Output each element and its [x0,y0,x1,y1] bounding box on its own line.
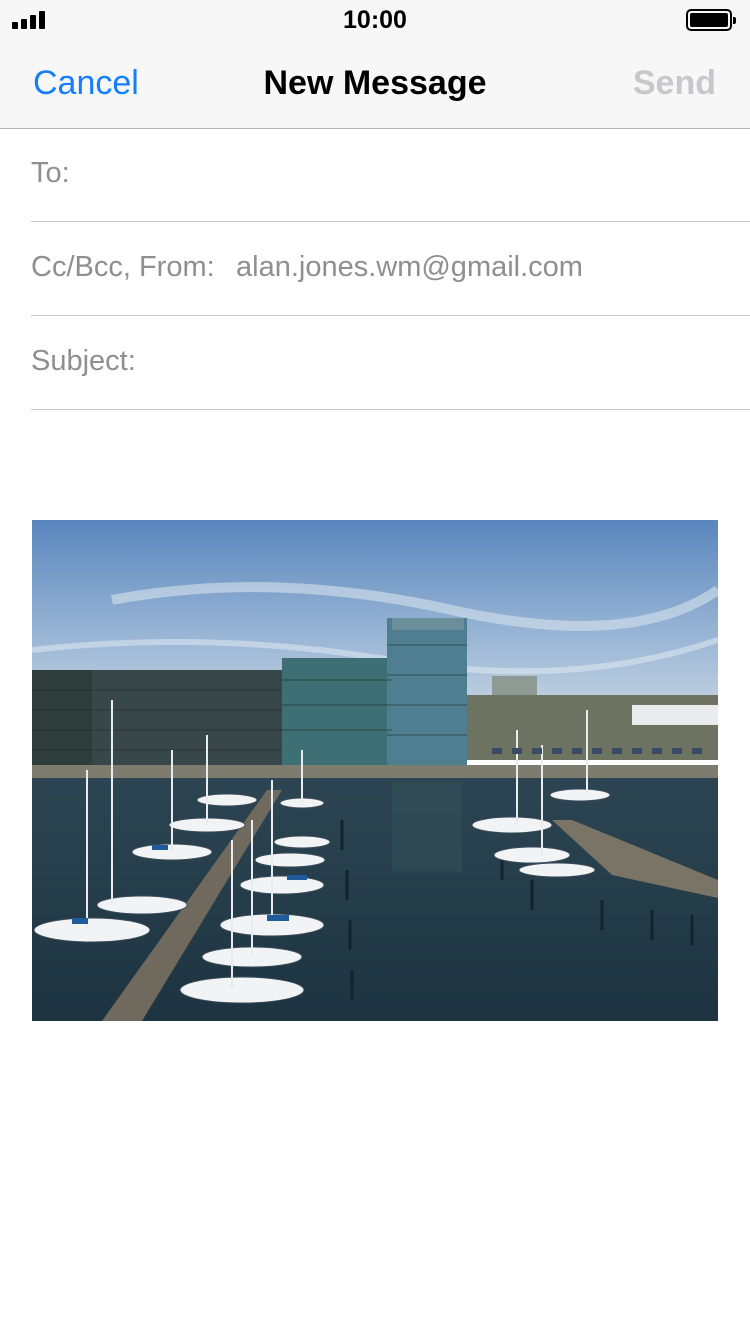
battery-icon [686,9,736,31]
subject-label: Subject: [31,345,136,377]
from-address[interactable]: alan.jones.wm@gmail.com [236,251,583,284]
marina-photo-icon [32,520,718,1021]
photo-attachment[interactable] [32,520,718,1021]
mail-compose-screen: 10:00 Cancel New Message Send To: Cc/Bcc… [0,0,750,1334]
status-time: 10:00 [343,6,407,34]
navigation-bar: Cancel New Message Send [0,40,750,129]
subject-field[interactable]: Subject: [31,317,750,410]
cc-bcc-from-label: Cc/Bcc, From: [31,251,215,283]
cc-bcc-from-field[interactable]: Cc/Bcc, From: alan.jones.wm@gmail.com [31,223,750,316]
send-button[interactable]: Send [633,64,716,103]
to-label: To: [31,157,70,189]
to-field[interactable]: To: [31,129,750,222]
status-bar: 10:00 [0,0,750,40]
